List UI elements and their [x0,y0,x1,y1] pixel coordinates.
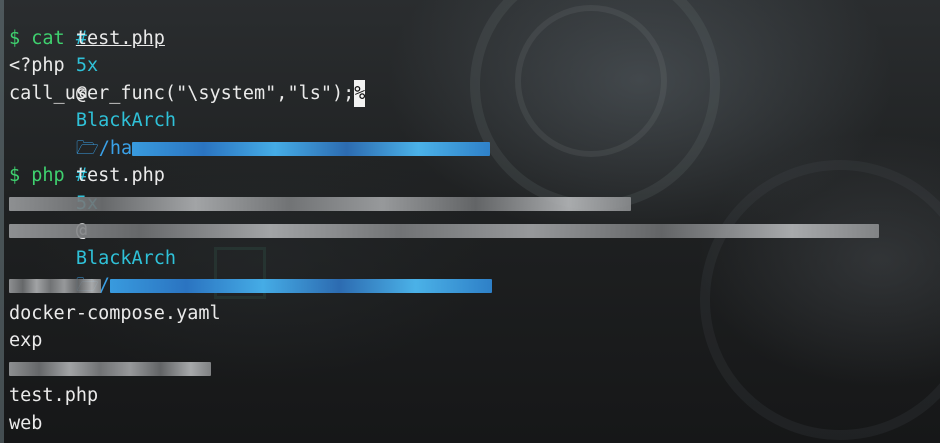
prompt-host: BlackArch [75,110,177,131]
redacted-path [132,141,491,156]
prompt-path: /ha [98,137,133,159]
command-line: $ php test.php [9,162,940,190]
prompt-user: 5x [75,55,99,76]
no-newline-marker: % [354,79,366,107]
redacted-text [9,361,211,376]
ls-output-item: exp [9,330,43,351]
terminal-window[interactable]: # 5x @ BlackArch 🗁/ha $ cat test.php <?p… [0,0,940,443]
left-border [0,0,4,443]
output-line: call_user_func("\system","ls");% [9,79,940,107]
redacted-output-line [9,190,940,218]
command-line: $ cat test.php [9,25,940,53]
ls-output-item: docker-compose.yaml [9,302,221,324]
command-arg: test.php [75,27,165,49]
folder-icon: 🗁 [75,137,99,159]
ls-output-item: test.php [9,385,99,406]
prompt-host: BlackArch [75,247,177,269]
redacted-text [9,196,631,211]
redacted-output-line [9,355,940,383]
redacted-text [9,224,879,238]
prompt-line: # 5x @ BlackArch 🗁/ha [9,0,940,159]
redacted-output-line [9,217,940,245]
command-name: cat [31,27,65,49]
command-name: php [31,165,65,186]
output-text: call_user_func("\system","ls"); [9,82,355,104]
command-symbol: $ [9,27,21,49]
redacted-path [109,279,492,293]
command-symbol: $ [9,165,21,186]
ls-output-item: web [9,412,43,434]
command-arg: test.php [75,165,165,186]
terminal-output: # 5x @ BlackArch 🗁/ha $ cat test.php <?p… [9,0,940,437]
output-line: <?php [9,55,65,76]
redacted-text [9,279,101,293]
